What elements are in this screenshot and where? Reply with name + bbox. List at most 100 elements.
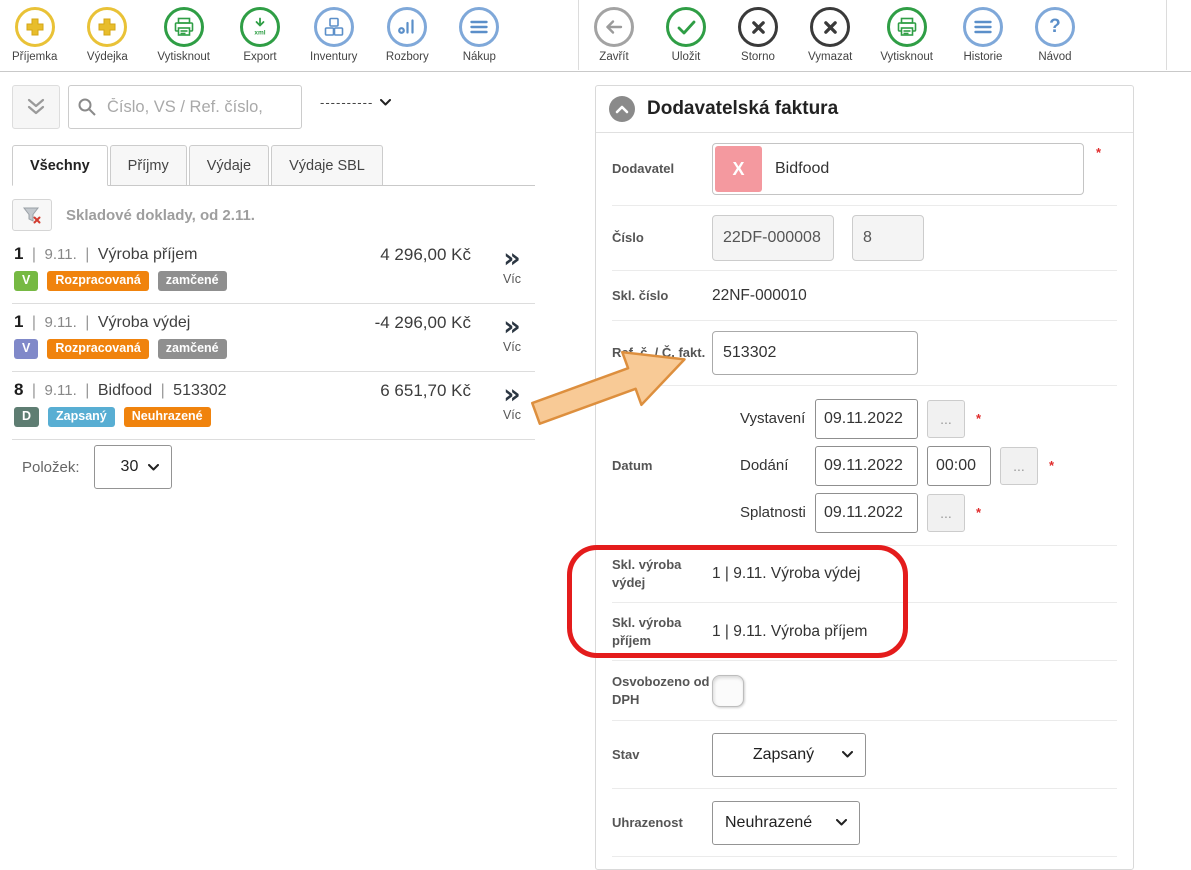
blocks-icon xyxy=(314,7,354,47)
field-row-datum: Datum Vystavení ... * Dodání ... * Splat… xyxy=(612,386,1117,546)
list-item[interactable]: 1 | 9.11. | Výroba výdej V Rozpracovaná … xyxy=(12,304,535,372)
toolbar: Příjemka Výdejka Vytisknout xml Export I… xyxy=(0,0,1191,72)
required-mark: * xyxy=(1049,458,1054,473)
search-icon xyxy=(77,97,97,117)
question-icon: ? xyxy=(1035,7,1075,47)
expand-filters-button[interactable] xyxy=(12,85,60,129)
amount: 6 651,70 Kč xyxy=(380,381,471,401)
export-xml-icon: xml xyxy=(240,7,280,47)
more-button[interactable]: » Víc xyxy=(491,316,533,356)
bar-chart-icon xyxy=(387,7,427,47)
vat-exempt-checkbox[interactable] xyxy=(712,675,744,707)
date-row-vystaveni: Vystavení ... * xyxy=(712,399,1054,439)
field-row-skl-cislo: Skl. číslo 22NF-000010 xyxy=(612,271,1117,321)
delivery-date-input[interactable] xyxy=(815,446,918,486)
search-filter-dropdown[interactable]: ---------- xyxy=(320,95,391,110)
toolbar-button-inventury[interactable]: Inventury xyxy=(310,7,357,63)
state-badge: Rozpracovaná xyxy=(47,339,148,359)
toolbar-label: Nákup xyxy=(463,51,496,63)
toolbar-divider xyxy=(1166,0,1167,70)
tab-vydaje[interactable]: Výdaje xyxy=(189,145,269,185)
toolbar-label: Inventury xyxy=(310,51,357,63)
toolbar-button-vymazat[interactable]: Vymazat xyxy=(808,7,852,63)
field-row-ref: Ref. č. / Č. fakt. xyxy=(612,321,1117,386)
form-header: Dodavatelská faktura xyxy=(596,86,1133,133)
search-box xyxy=(68,85,302,129)
collapse-button[interactable] xyxy=(609,96,635,122)
printer-icon xyxy=(887,7,927,47)
toolbar-label: Vymazat xyxy=(808,51,852,63)
field-label: Číslo xyxy=(612,229,712,247)
tab-vsechny[interactable]: Všechny xyxy=(12,145,108,186)
toolbar-button-ulozit[interactable]: Uložit xyxy=(664,7,708,63)
plus-icon xyxy=(87,7,127,47)
toolbar-button-historie[interactable]: Historie xyxy=(961,7,1005,63)
date-picker-button[interactable]: ... xyxy=(927,400,965,438)
tab-vydaje-sbl[interactable]: Výdaje SBL xyxy=(271,145,383,185)
toolbar-label: Rozbory xyxy=(386,51,429,63)
toolbar-button-zavrit[interactable]: Zavřít xyxy=(592,7,636,63)
toolbar-label: Storno xyxy=(741,51,775,63)
field-row-skl-vyroba-vydej: Skl. výroba výdej 1 | 9.11. Výroba výdej xyxy=(612,546,1117,603)
double-arrow-icon: » xyxy=(491,248,533,270)
supplier-input[interactable] xyxy=(712,143,1084,195)
amount: -4 296,00 Kč xyxy=(375,313,471,333)
field-label: Ref. č. / Č. fakt. xyxy=(612,344,712,362)
plus-icon xyxy=(15,7,55,47)
toolbar-button-navod[interactable]: ? Návod xyxy=(1033,7,1077,63)
required-mark: * xyxy=(1096,145,1101,160)
supplier-input-wrap: X xyxy=(712,143,1084,195)
toolbar-button-rozbory[interactable]: Rozbory xyxy=(385,7,429,63)
status-select[interactable]: Zapsaný xyxy=(712,733,866,777)
items-per-page-select[interactable]: 30 xyxy=(94,445,172,489)
toolbar-divider xyxy=(578,0,579,70)
toolbar-label: Výdejka xyxy=(87,51,128,63)
cross-icon xyxy=(810,7,850,47)
clear-filter-button[interactable] xyxy=(12,199,52,231)
svg-text:xml: xml xyxy=(254,30,265,37)
toolbar-button-prijemka[interactable]: Příjemka xyxy=(12,7,57,63)
items-per-page: Položek: 30 xyxy=(22,445,172,489)
field-row-stav: Stav Zapsaný xyxy=(612,721,1117,789)
state-badge: Rozpracovaná xyxy=(47,271,148,291)
clear-supplier-button[interactable]: X xyxy=(715,146,762,192)
toolbar-button-nakup[interactable]: Nákup xyxy=(457,7,501,63)
toolbar-button-storno[interactable]: Storno xyxy=(736,7,780,63)
toolbar-label: Příjemka xyxy=(12,51,57,63)
toolbar-label: Zavřít xyxy=(599,51,628,63)
list-item[interactable]: 1 | 9.11. | Výroba příjem V Rozpracovaná… xyxy=(12,236,535,304)
required-mark: * xyxy=(976,411,981,426)
list-tabs: Všechny Příjmy Výdaje Výdaje SBL xyxy=(12,145,535,186)
type-badge: V xyxy=(14,271,38,291)
date-picker-button[interactable]: ... xyxy=(927,494,965,532)
status-badges: D Zapsaný Neuhrazené xyxy=(14,407,419,427)
toolbar-button-vydejka[interactable]: Výdejka xyxy=(85,7,129,63)
list-filter-title: Skladové doklady, od 2.11. xyxy=(66,207,255,224)
type-badge: V xyxy=(14,339,38,359)
more-button[interactable]: » Víc xyxy=(491,384,533,424)
date-row-dodani: Dodání ... * xyxy=(712,446,1054,486)
document-sequence-input xyxy=(852,215,924,261)
date-rows: Vystavení ... * Dodání ... * Splatnosti … xyxy=(712,399,1054,533)
search-input[interactable] xyxy=(105,97,293,118)
toolbar-button-vytisknout[interactable]: Vytisknout xyxy=(157,7,210,63)
toolbar-button-export[interactable]: xml Export xyxy=(238,7,282,63)
date-picker-button[interactable]: ... xyxy=(1000,447,1038,485)
chevron-up-icon xyxy=(615,105,629,114)
required-mark: * xyxy=(976,505,981,520)
double-chevron-down-icon xyxy=(25,97,47,117)
menu-lines-icon xyxy=(963,7,1003,47)
delivery-time-input[interactable] xyxy=(927,446,991,486)
field-row-cislo: Číslo xyxy=(612,206,1117,271)
due-date-input[interactable] xyxy=(815,493,918,533)
printer-icon xyxy=(164,7,204,47)
payment-status-select[interactable]: Neuhrazené xyxy=(712,801,860,845)
tab-prijmy[interactable]: Příjmy xyxy=(110,145,187,185)
list-item[interactable]: 8 | 9.11. | Bidfood | 513302 D Zapsaný N… xyxy=(12,372,535,440)
filter-remove-icon xyxy=(22,206,42,224)
issue-date-input[interactable] xyxy=(815,399,918,439)
toolbar-button-vytisknout-2[interactable]: Vytisknout xyxy=(880,7,933,63)
reference-number-input[interactable] xyxy=(712,331,918,375)
more-button[interactable]: » Víc xyxy=(491,248,533,288)
lock-badge: zamčené xyxy=(158,271,227,291)
